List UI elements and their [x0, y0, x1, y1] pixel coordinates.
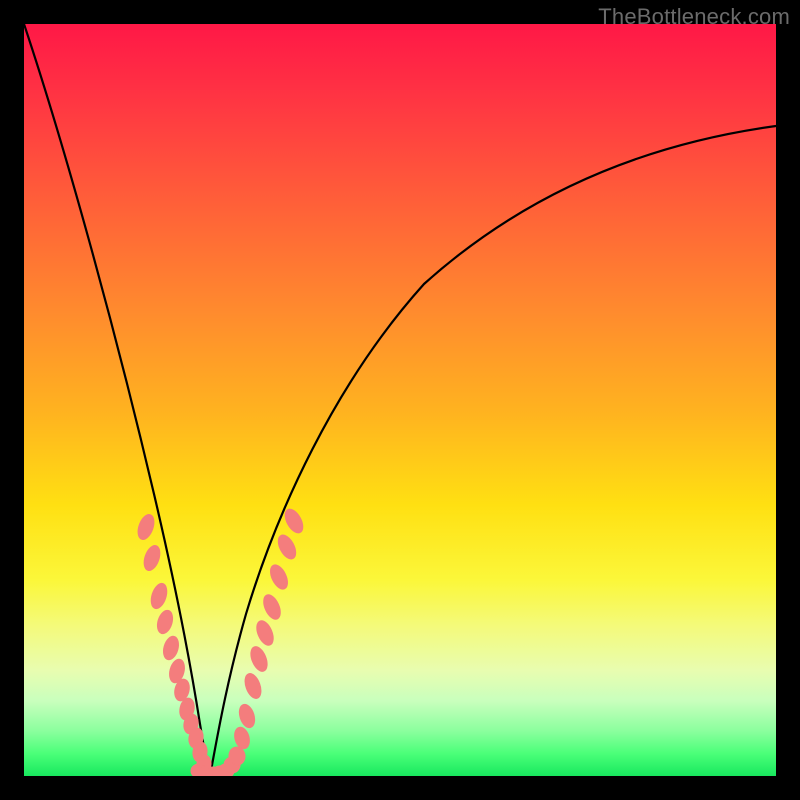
- curve-right-branch: [210, 126, 776, 776]
- marker-group: [135, 506, 306, 776]
- plot-area: [24, 24, 776, 776]
- watermark-text: TheBottleneck.com: [598, 4, 790, 30]
- curve-layer: [24, 24, 776, 776]
- chart-frame: TheBottleneck.com: [0, 0, 800, 800]
